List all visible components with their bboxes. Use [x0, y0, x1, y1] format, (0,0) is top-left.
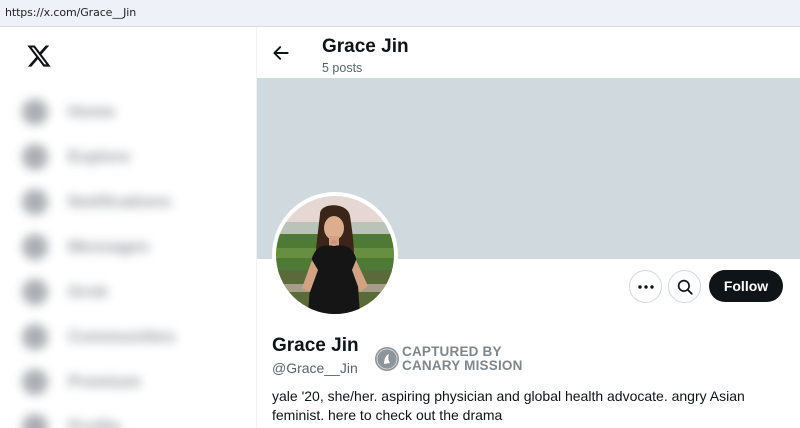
explore-icon — [22, 143, 48, 170]
page-title: Grace Jin — [322, 36, 409, 57]
sidebar-nav: Home Explore Notifications Messages Grok… — [22, 89, 242, 428]
profile-bio: yale '20, she/her. aspiring physician an… — [272, 388, 745, 423]
sidebar-item-label: Grok — [68, 281, 108, 301]
home-icon — [22, 98, 48, 125]
watermark-line2: CANARY MISSION — [402, 358, 523, 373]
sidebar-item-label: Notifications — [68, 191, 171, 211]
search-icon — [677, 279, 693, 295]
avatar-photo — [276, 196, 394, 314]
grok-icon — [22, 278, 48, 305]
sidebar-item-label: Explore — [68, 146, 131, 166]
profile-header: Grace Jin 5 posts — [257, 27, 800, 78]
messages-icon — [22, 233, 48, 260]
premium-icon — [22, 368, 48, 395]
sidebar-item-home[interactable]: Home — [22, 89, 242, 134]
sidebar-item-label: Home — [68, 101, 116, 121]
profile-icon — [22, 413, 48, 428]
sidebar-item-notifications[interactable]: Notifications — [22, 179, 242, 224]
sidebar-item-grok[interactable]: Grok — [22, 269, 242, 314]
posts-count: 5 posts — [322, 61, 363, 75]
profile-display-name: Grace Jin — [272, 335, 359, 356]
more-options-button[interactable] — [629, 270, 662, 303]
sidebar-item-explore[interactable]: Explore — [22, 134, 242, 179]
more-dots-icon — [637, 284, 654, 289]
sidebar: Home Explore Notifications Messages Grok… — [0, 27, 257, 428]
communities-icon — [22, 323, 48, 350]
sidebar-item-label: Profile — [68, 416, 121, 428]
x-logo-icon[interactable] — [26, 43, 52, 69]
sidebar-item-messages[interactable]: Messages — [22, 224, 242, 269]
follow-button[interactable]: Follow — [709, 270, 783, 302]
notifications-icon — [22, 188, 48, 215]
sidebar-item-label: Premium — [68, 371, 141, 391]
canary-seal-icon — [375, 347, 399, 371]
browser-address-bar[interactable]: https://x.com/Grace__Jin — [0, 0, 800, 27]
watermark-line1: CAPTURED BY — [402, 344, 502, 359]
watermark: CAPTURED BY CANARY MISSION — [375, 345, 523, 373]
url-text[interactable]: https://x.com/Grace__Jin — [5, 6, 136, 19]
profile-handle: @Grace__Jin — [272, 360, 358, 376]
search-profile-button[interactable] — [668, 270, 701, 303]
sidebar-item-label: Messages — [68, 236, 150, 256]
arrow-left-icon[interactable] — [271, 43, 291, 63]
sidebar-item-communities[interactable]: Communities — [22, 314, 242, 359]
profile-main: Grace Jin 5 posts Follow Grace Jin @Grac… — [257, 27, 800, 428]
avatar[interactable] — [272, 192, 398, 318]
sidebar-item-profile[interactable]: Profile — [22, 404, 242, 428]
sidebar-item-premium[interactable]: Premium — [22, 359, 242, 404]
sidebar-item-label: Communities — [68, 326, 176, 346]
